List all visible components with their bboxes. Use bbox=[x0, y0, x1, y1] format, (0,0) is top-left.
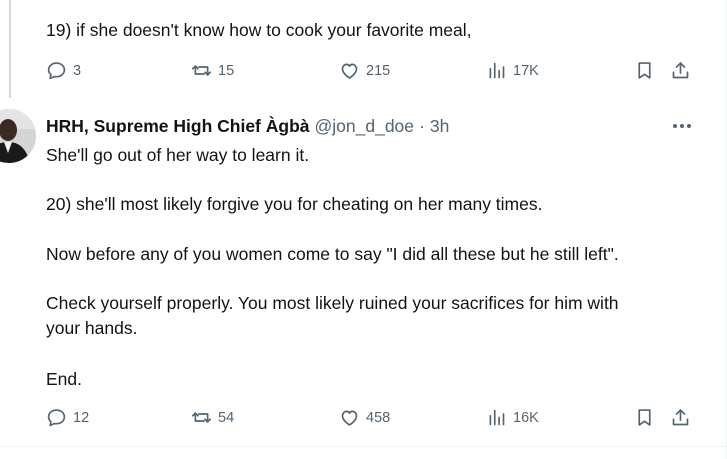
reply-count: 3 bbox=[73, 62, 82, 79]
views-button[interactable]: 17K bbox=[486, 60, 539, 81]
reply-icon bbox=[47, 62, 66, 80]
reply-count: 12 bbox=[73, 409, 90, 426]
more-dot bbox=[680, 124, 684, 128]
reply-icon bbox=[47, 409, 66, 427]
heart-icon bbox=[341, 63, 358, 79]
tweet-text-line: End. bbox=[46, 369, 82, 389]
avatar[interactable] bbox=[0, 109, 36, 163]
repost-icon bbox=[191, 65, 212, 76]
views-count: 16K bbox=[513, 409, 539, 426]
tweet-header: HRH, Supreme High Chief Àgbà @jon_d_doe … bbox=[46, 114, 449, 138]
tweet-text-line: She'll go out of her way to learn it. bbox=[46, 145, 310, 165]
bookmark-icon bbox=[638, 62, 651, 79]
tweet-text-line: Check yourself properly. You most likely… bbox=[46, 293, 619, 313]
thread-connector-line bbox=[9, 0, 11, 98]
repost-count: 15 bbox=[218, 62, 235, 79]
tweet-text-line: 20) she'll most likely forgive you for c… bbox=[46, 194, 543, 214]
views-count: 17K bbox=[513, 62, 539, 79]
reply-button[interactable]: 3 bbox=[46, 60, 81, 81]
tweet-text-line: your hands. bbox=[46, 318, 138, 338]
author-name[interactable]: HRH, Supreme High Chief Àgbà bbox=[46, 114, 310, 138]
tweet-text-line: Now before any of you women come to say … bbox=[46, 244, 619, 264]
share-icon bbox=[672, 409, 689, 426]
bookmark-icon bbox=[638, 409, 651, 426]
meta-separator: · bbox=[419, 116, 425, 136]
like-count: 215 bbox=[366, 62, 391, 79]
bookmark-button[interactable] bbox=[634, 407, 655, 428]
bookmark-button[interactable] bbox=[634, 60, 655, 81]
author-photo-icon bbox=[0, 109, 36, 163]
tweet-action-bar: 12 54 458 16K bbox=[46, 407, 696, 431]
prev-tweet-text: 19) if she doesn't know how to cook your… bbox=[46, 20, 472, 40]
prev-tweet-action-bar: 3 15 215 17K bbox=[46, 60, 696, 84]
more-dot bbox=[687, 124, 691, 128]
like-count: 458 bbox=[366, 409, 391, 426]
views-bar-chart-icon bbox=[489, 409, 505, 426]
reply-button[interactable]: 12 bbox=[46, 407, 89, 428]
share-button[interactable] bbox=[670, 60, 691, 81]
repost-button[interactable]: 54 bbox=[191, 407, 234, 428]
like-button[interactable]: 215 bbox=[339, 60, 390, 81]
views-bar-chart-icon bbox=[489, 62, 505, 79]
more-options-button[interactable] bbox=[670, 115, 694, 137]
repost-count: 54 bbox=[218, 409, 235, 426]
tweet-divider bbox=[0, 446, 727, 447]
like-button[interactable]: 458 bbox=[339, 407, 390, 428]
tweet-timestamp[interactable]: 3h bbox=[430, 114, 449, 138]
repost-button[interactable]: 15 bbox=[191, 60, 234, 81]
share-button[interactable] bbox=[670, 407, 691, 428]
author-handle[interactable]: @jon_d_doe bbox=[315, 114, 415, 138]
repost-icon bbox=[191, 412, 212, 423]
more-dots-icon bbox=[673, 124, 677, 128]
views-button[interactable]: 16K bbox=[486, 407, 539, 428]
share-icon bbox=[672, 62, 689, 79]
heart-icon bbox=[341, 410, 358, 426]
